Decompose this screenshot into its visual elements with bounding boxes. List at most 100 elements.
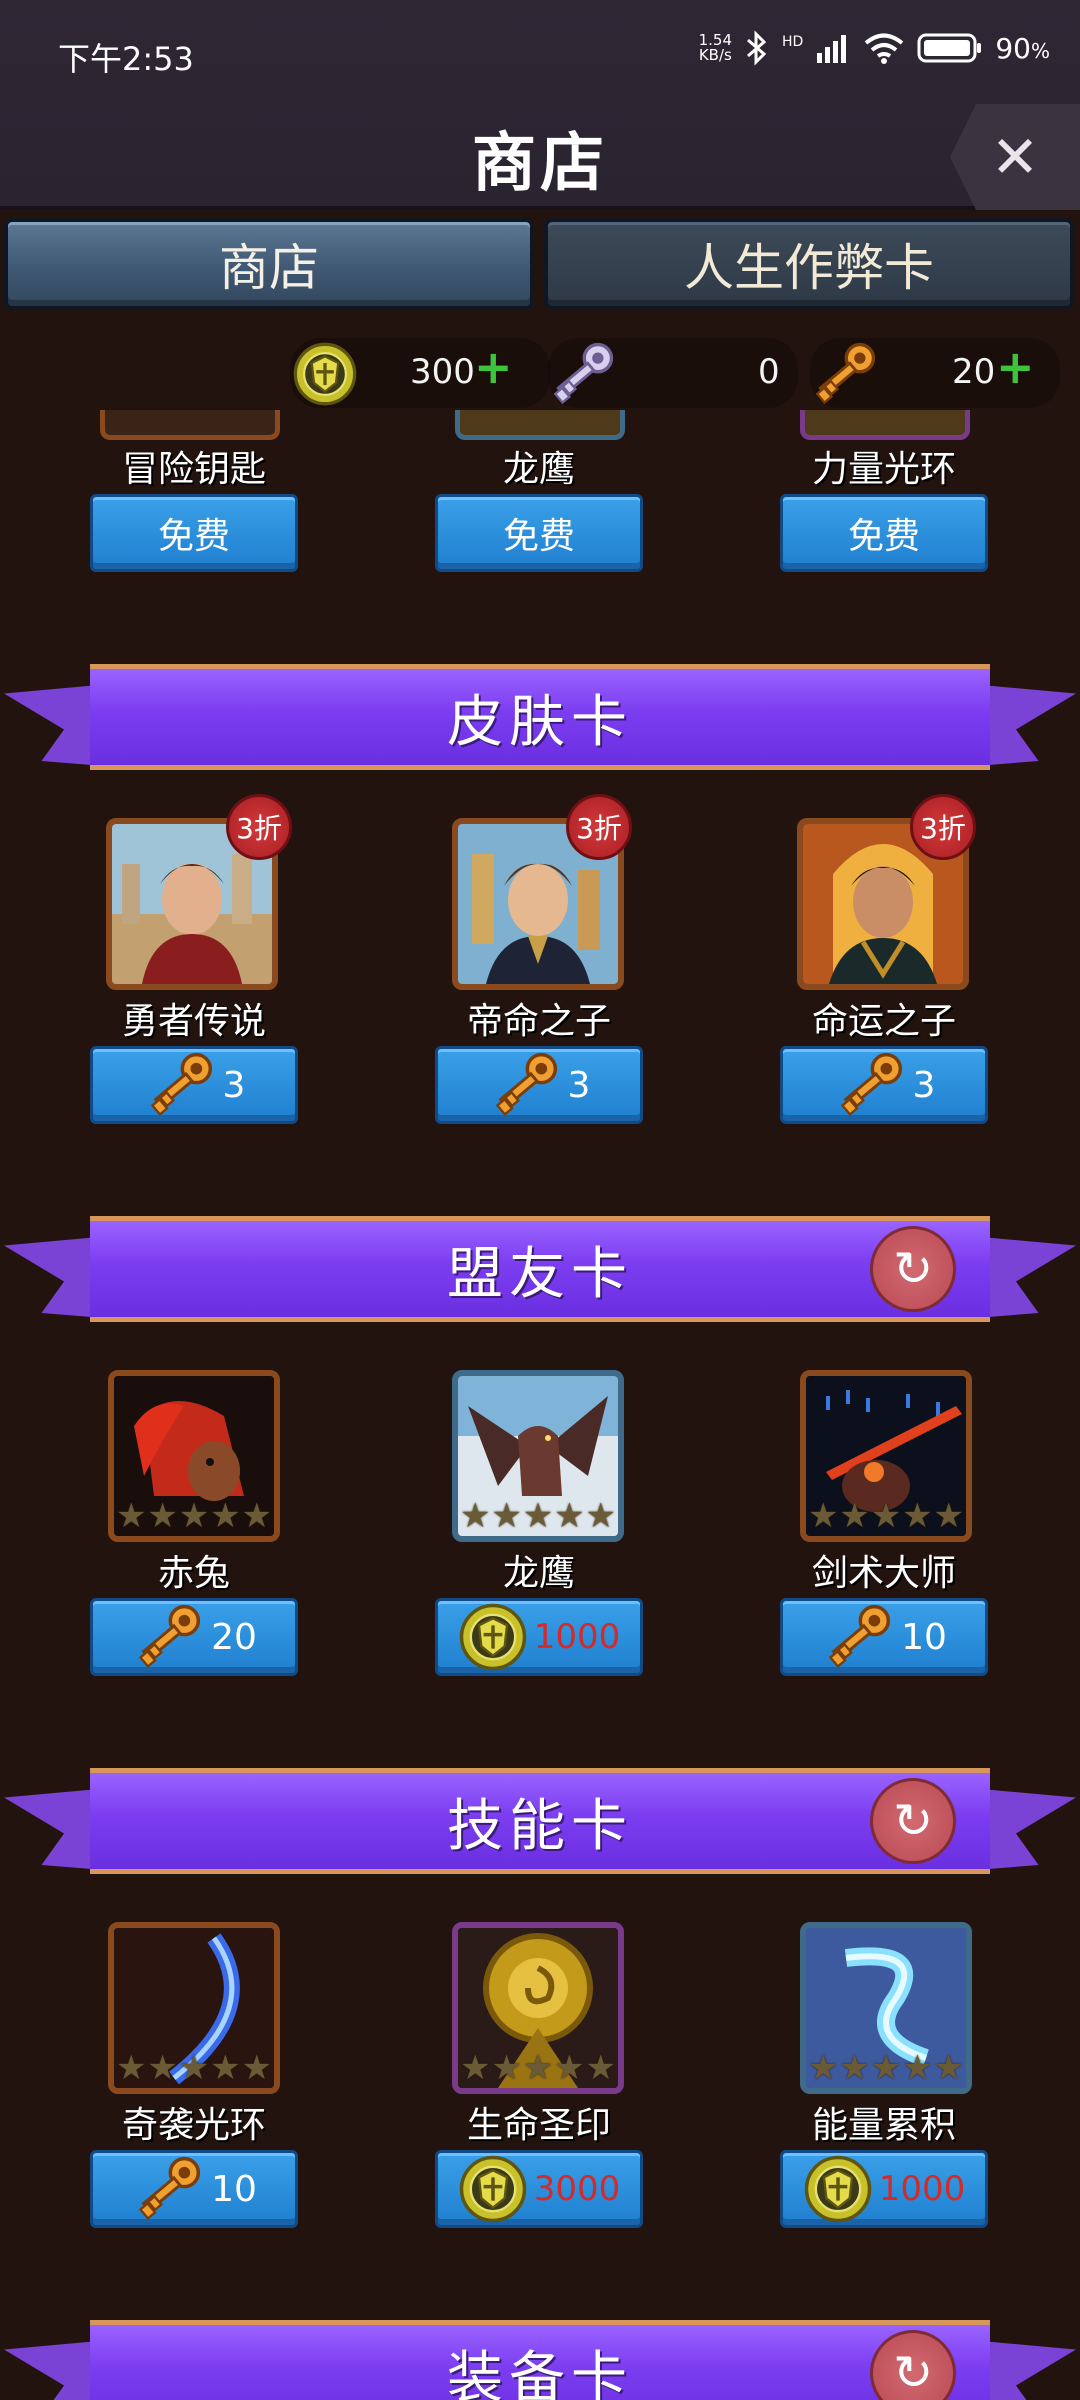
item-name: 龙鹰	[502, 449, 575, 490]
close-button[interactable]: ✕	[950, 104, 1080, 210]
currency-silver-key-value: 0	[758, 352, 780, 392]
bluetooth-icon	[747, 30, 767, 66]
item-frame-partial	[455, 410, 625, 440]
page-title: 商店	[472, 127, 608, 201]
price-label: 10	[901, 1616, 947, 1658]
gold-key-icon	[833, 1050, 907, 1120]
ally-card-red-hare[interactable]: ★ ★ ★ ★ ★	[108, 1370, 280, 1542]
price-label: 免费	[157, 516, 230, 557]
star-rating: ★ ★ ★ ★ ★	[808, 2048, 964, 2088]
section-title: 皮肤卡	[90, 664, 990, 770]
tab-cheat-cards[interactable]: 人生作弊卡	[544, 218, 1074, 310]
gold-key-icon	[821, 1602, 895, 1672]
signal-icon	[817, 35, 847, 63]
refresh-button[interactable]: ↻	[870, 1778, 956, 1864]
item-frame-partial	[800, 410, 970, 440]
discount-badge: 3折	[910, 794, 976, 860]
item-name: 龙鹰	[502, 1553, 575, 1594]
gold-shield-coin-icon	[803, 2154, 873, 2224]
ally-card-dragon-eagle[interactable]: ★ ★ ★ ★ ★	[452, 1370, 624, 1542]
item-name: 冒险钥匙	[121, 449, 266, 490]
section-banner-equipment: 装备卡 ↻	[0, 2316, 1080, 2400]
gold-shield-coin-icon	[458, 1602, 528, 1672]
gold-shield-coin-icon	[458, 2154, 528, 2224]
price-label: 20	[211, 1616, 257, 1658]
gold-key-icon	[810, 340, 878, 408]
free-claim-button[interactable]: 免费	[435, 494, 643, 572]
ally-card-sword-master[interactable]: ★ ★ ★ ★ ★	[800, 1370, 972, 1542]
gold-key-icon	[143, 1050, 217, 1120]
discount-label: 3折	[920, 812, 966, 845]
tab-cheat-cards-label: 人生作弊卡	[684, 239, 934, 297]
item-name: 帝命之子	[466, 1001, 611, 1042]
refresh-button[interactable]: ↻	[870, 1226, 956, 1312]
price-label: 10	[211, 2168, 257, 2210]
currency-silver-key: 0	[548, 338, 798, 408]
net-speed-unit: KB/s	[698, 46, 732, 64]
section-banner-skin: 皮肤卡	[0, 660, 1080, 790]
buy-button[interactable]: 3	[90, 1046, 298, 1124]
section-title: 技能卡	[90, 1768, 990, 1874]
item-name: 赤兔	[157, 1553, 230, 1594]
buy-button[interactable]: 1000	[780, 2150, 988, 2228]
price-label: 3	[222, 1064, 246, 1106]
skill-card-energy-build[interactable]: ★ ★ ★ ★ ★	[800, 1922, 972, 2094]
currency-gold-key: 20 +	[810, 338, 1060, 408]
item-name: 剑术大师	[811, 1553, 956, 1594]
buy-button[interactable]: 10	[780, 1598, 988, 1676]
skill-card-life-seal[interactable]: ★ ★ ★ ★ ★	[452, 1922, 624, 2094]
add-gold-button[interactable]: +	[474, 340, 513, 394]
item-frame-partial	[100, 410, 280, 440]
battery-icon	[917, 33, 982, 63]
item-name: 力量光环	[811, 449, 956, 490]
star-rating: ★ ★ ★ ★ ★	[808, 1496, 964, 1536]
star-rating: ★ ★ ★ ★ ★	[460, 2048, 616, 2088]
add-gold-key-button[interactable]: +	[996, 340, 1035, 394]
refresh-icon: ↻	[892, 2345, 934, 2400]
item-name: 勇者传说	[121, 1001, 266, 1042]
refresh-icon: ↻	[892, 1241, 934, 1297]
price-label: 免费	[502, 516, 575, 557]
tab-shop-label: 商店	[219, 239, 319, 297]
tab-shop[interactable]: 商店	[4, 218, 534, 310]
wifi-icon	[865, 33, 904, 64]
section-title: 盟友卡	[90, 1216, 990, 1322]
buy-button[interactable]: 1000	[435, 1598, 643, 1676]
gold-key-icon	[131, 2154, 205, 2224]
battery-level: 90%	[995, 32, 1050, 65]
close-icon: ✕	[990, 123, 1040, 191]
section-title: 装备卡	[90, 2320, 990, 2400]
buy-button[interactable]: 3	[780, 1046, 988, 1124]
star-rating: ★ ★ ★ ★ ★	[116, 1496, 272, 1536]
gold-key-icon	[131, 1602, 205, 1672]
net-speed: 1.54 KB/s	[699, 33, 732, 63]
discount-label: 3折	[236, 812, 282, 845]
free-claim-button[interactable]: 免费	[90, 494, 298, 572]
price-label: 3	[912, 1064, 936, 1106]
currency-gold-key-value: 20	[952, 352, 996, 392]
refresh-icon: ↻	[892, 1793, 934, 1849]
item-name: 命运之子	[811, 1001, 956, 1042]
battery-unit: %	[1030, 38, 1050, 63]
buy-button[interactable]: 3	[435, 1046, 643, 1124]
status-time: 下午2:53	[58, 40, 194, 78]
discount-label: 3折	[576, 812, 622, 845]
gold-key-icon	[488, 1050, 562, 1120]
buy-button[interactable]: 10	[90, 2150, 298, 2228]
item-name: 奇袭光环	[121, 2105, 266, 2146]
buy-button[interactable]: 3000	[435, 2150, 643, 2228]
skill-card-surprise-aura[interactable]: ★ ★ ★ ★ ★	[108, 1922, 280, 2094]
price-label: 3	[567, 1064, 591, 1106]
star-rating: ★ ★ ★ ★ ★	[116, 2048, 272, 2088]
status-icons: 1.54 KB/s HD 90%	[699, 30, 1050, 66]
section-banner-skill: 技能卡 ↻	[0, 1764, 1080, 1894]
discount-badge: 3折	[226, 794, 292, 860]
item-name: 生命圣印	[466, 2105, 611, 2146]
hd-label: HD	[782, 34, 804, 50]
gold-shield-coin-icon	[292, 341, 358, 407]
price-label: 免费	[847, 516, 920, 557]
top-bar: 下午2:53 1.54 KB/s HD 90% 商店 ✕	[0, 0, 1080, 210]
silver-key-icon	[548, 340, 616, 408]
buy-button[interactable]: 20	[90, 1598, 298, 1676]
free-claim-button[interactable]: 免费	[780, 494, 988, 572]
